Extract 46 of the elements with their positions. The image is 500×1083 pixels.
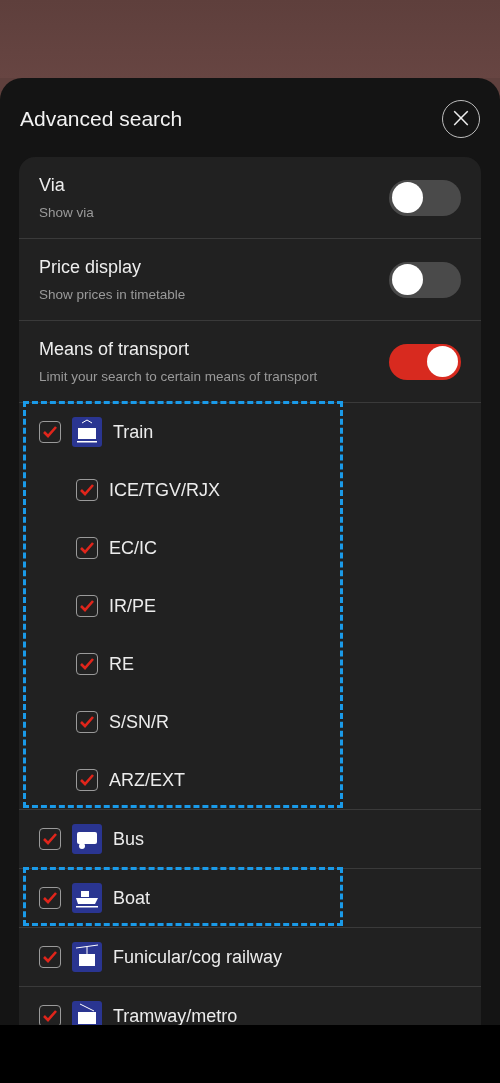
- transport-label: EC/IC: [109, 537, 157, 559]
- checkbox[interactable]: [76, 711, 98, 733]
- checkbox[interactable]: [76, 479, 98, 501]
- checkmark-icon: [43, 951, 57, 963]
- setting-subtitle: Show prices in timetable: [39, 287, 186, 302]
- gondola-icon: [72, 942, 102, 972]
- transport-label: S/SN/R: [109, 711, 169, 733]
- toggle-switch[interactable]: [389, 179, 461, 216]
- setting-title: Price display: [39, 257, 143, 278]
- checkmark-icon: [80, 542, 94, 554]
- setting-subtitle: Limit your search to certain means of transport: [39, 369, 318, 384]
- checkbox[interactable]: [76, 769, 98, 791]
- checkbox[interactable]: [39, 887, 61, 909]
- checkbox[interactable]: [39, 946, 61, 968]
- transport-label: Bus: [113, 828, 145, 850]
- toggle-switch[interactable]: [389, 343, 461, 380]
- setting-subtitle: Show via: [39, 205, 94, 220]
- checkbox[interactable]: [76, 595, 98, 617]
- checkmark-icon: [80, 716, 94, 728]
- transport-label: ARZ/EXT: [109, 769, 185, 791]
- checkbox[interactable]: [76, 653, 98, 675]
- checkmark-icon: [80, 484, 94, 496]
- transport-label: Funicular/cog railway: [113, 946, 283, 968]
- transport-label: RE: [109, 653, 134, 675]
- checkmark-icon: [43, 1010, 57, 1022]
- transport-label: IR/PE: [109, 595, 156, 617]
- checkmark-icon: [43, 892, 57, 904]
- sheet-title: Advanced search: [20, 107, 183, 131]
- toggle-switch[interactable]: [389, 261, 461, 298]
- checkmark-icon: [80, 600, 94, 612]
- checkmark-icon: [80, 774, 94, 786]
- setting-title: Via: [39, 175, 66, 196]
- checkbox[interactable]: [76, 537, 98, 559]
- transport-label: ICE/TGV/RJX: [109, 479, 220, 501]
- transport-label: Train: [113, 421, 154, 443]
- train-icon: [72, 417, 102, 447]
- transport-label: Tramway/metro: [113, 1005, 238, 1025]
- tram-icon: [72, 1001, 102, 1025]
- checkmark-icon: [43, 833, 57, 845]
- setting-title: Means of transport: [39, 339, 191, 360]
- checkbox[interactable]: [39, 828, 61, 850]
- checkmark-icon: [80, 658, 94, 670]
- transport-label: Boat: [113, 887, 151, 909]
- boat-icon: [72, 883, 102, 913]
- checkbox[interactable]: [39, 421, 61, 443]
- checkmark-icon: [43, 426, 57, 438]
